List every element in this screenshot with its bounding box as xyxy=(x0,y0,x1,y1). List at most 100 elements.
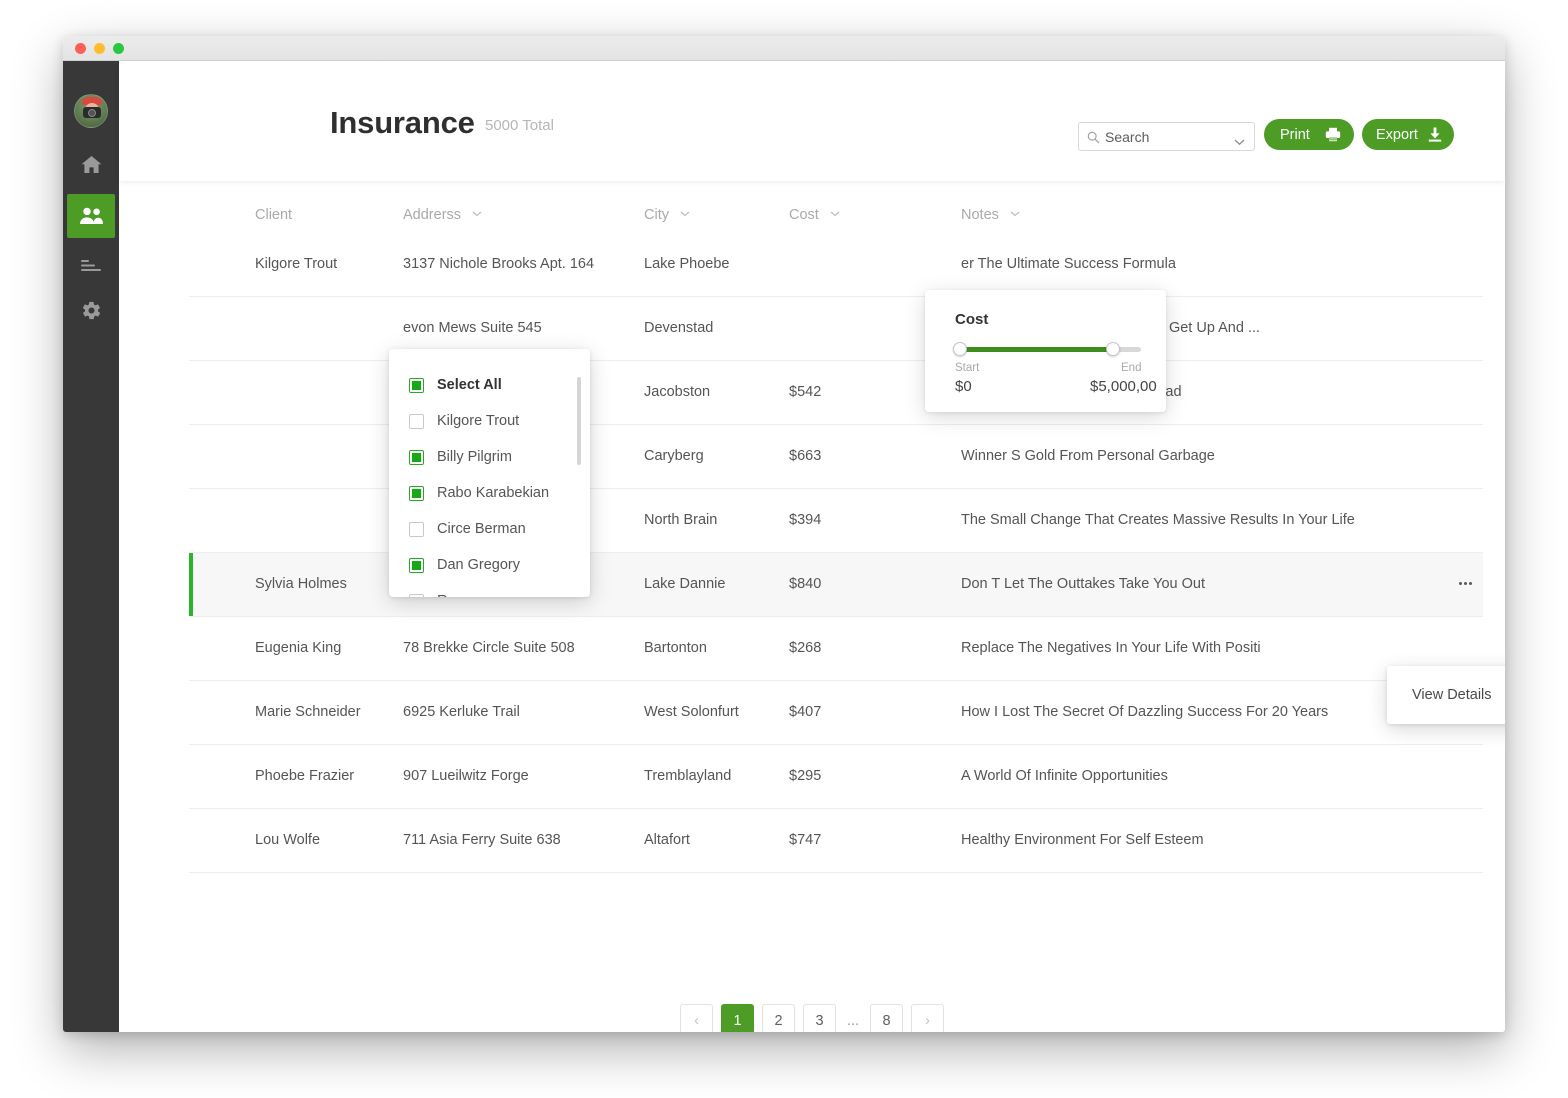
cost-range-slider[interactable] xyxy=(953,342,1141,356)
client-filter-dropdown[interactable]: Select All Kilgore Trout Billy Pilgrim Rabo… xyxy=(389,349,590,597)
home-icon xyxy=(81,155,102,174)
column-header-address[interactable]: Addrerss xyxy=(403,207,482,223)
filter-option[interactable]: Rabo Karabekian xyxy=(389,475,590,511)
cell-client: Marie Schneider xyxy=(255,704,361,720)
avatar[interactable] xyxy=(74,94,108,128)
cell-notes: Don T Let The Outtakes Take You Out xyxy=(961,576,1205,592)
cell-client: Sylvia Holmes xyxy=(255,576,347,592)
app-window: Insurance 5000 Total Search Print Export… xyxy=(63,36,1505,1032)
filter-option-label: Circe Berman xyxy=(437,521,526,537)
pagination-page-1[interactable]: 1 xyxy=(721,1004,754,1032)
cell-city: Lake Dannie xyxy=(644,576,726,592)
cell-cost: $840 xyxy=(789,576,822,592)
chevron-down-icon xyxy=(1010,205,1020,221)
checkbox[interactable] xyxy=(409,521,424,537)
filter-option[interactable]: Dan Gregory xyxy=(389,547,590,583)
filter-option[interactable]: Revenue xyxy=(389,583,590,597)
cell-notes: How I Lost The Secret Of Dazzling Succes… xyxy=(961,704,1329,720)
cell-city: Devenstad xyxy=(644,320,714,336)
checkbox[interactable] xyxy=(409,593,424,597)
filter-option-label: Kilgore Trout xyxy=(437,413,520,429)
cell-address: 78 Brekke Circle Suite 508 xyxy=(403,640,575,656)
chevron-down-icon[interactable] xyxy=(1234,133,1245,151)
filter-option-label: Billy Pilgrim xyxy=(437,449,512,465)
search-icon xyxy=(1087,131,1100,144)
sidebar-item-reports[interactable] xyxy=(67,245,115,285)
cell-city: Jacobston xyxy=(644,384,711,400)
printer-icon xyxy=(1325,127,1341,146)
data-table: Client Addrerss City Cost Notes Kilgore … xyxy=(119,181,1505,1032)
table-row[interactable]: uck Divide Apt. 845Jacobston$542Motivati… xyxy=(189,361,1483,425)
pagination: ‹ 1 2 3 ... 8 › xyxy=(119,1004,1505,1032)
sidebar xyxy=(63,61,119,1032)
pagination-page-3[interactable]: 3 xyxy=(803,1004,836,1032)
row-actions-button[interactable] xyxy=(1454,575,1476,591)
pagination-next[interactable]: › xyxy=(911,1004,944,1032)
pagination-prev[interactable]: ‹ xyxy=(680,1004,713,1032)
pagination-page-8[interactable]: 8 xyxy=(870,1004,903,1032)
cell-city: Lake Phoebe xyxy=(644,256,730,272)
cost-start-label: Start xyxy=(955,362,980,374)
search-placeholder: Search xyxy=(1105,129,1150,145)
cell-cost: $268 xyxy=(789,640,822,656)
table-row[interactable]: Eugenia King 78 Brekke Circle Suite 508 Ba… xyxy=(189,617,1483,681)
filter-option[interactable]: Circe Berman xyxy=(389,511,590,547)
slider-handle-end[interactable] xyxy=(1106,342,1120,356)
people-icon xyxy=(79,207,104,225)
cell-cost: $394 xyxy=(789,512,822,528)
table-row[interactable]: Lou Wolfe 711 Asia Ferry Suite 638 Altafor… xyxy=(189,809,1483,873)
table-row[interactable]: evon Mews Suite 545DevenstadAre Down And… xyxy=(189,297,1483,361)
cell-city: Tremblayland xyxy=(644,768,732,784)
menu-item-view-details[interactable]: View Details xyxy=(1412,687,1492,703)
sidebar-item-clients[interactable] xyxy=(67,194,115,238)
column-header-notes[interactable]: Notes xyxy=(961,207,1020,223)
chevron-down-icon xyxy=(830,205,840,221)
table-row[interactable]: elle ClubCaryberg$663Winner S Gold From … xyxy=(189,425,1483,489)
chevron-down-icon xyxy=(472,205,482,221)
checkbox[interactable] xyxy=(409,449,424,465)
column-header-cost[interactable]: Cost xyxy=(789,207,840,223)
maximize-window-button[interactable] xyxy=(113,43,124,54)
table-row[interactable]: Phoebe Frazier 907 Lueilwitz Forge Trembla… xyxy=(189,745,1483,809)
cell-address: 907 Lueilwitz Forge xyxy=(403,768,529,784)
close-window-button[interactable] xyxy=(75,43,86,54)
cost-filter-popover[interactable]: Cost Start End $0 $5,000,00 xyxy=(925,290,1166,412)
sidebar-item-home[interactable] xyxy=(67,144,115,184)
table-row[interactable]: Kilgore Trout 3137 Nichole Brooks Apt. 16… xyxy=(189,233,1483,297)
cell-notes: er The Ultimate Success Formula xyxy=(961,256,1176,272)
cost-end-value: $5,000,00 xyxy=(1090,378,1157,395)
cell-notes: Healthy Environment For Self Esteem xyxy=(961,832,1204,848)
page-header: Insurance 5000 Total Search Print Export xyxy=(119,61,1505,181)
table-row[interactable]: Sylvia Holmes020 Rodger VillageLake Dann… xyxy=(189,553,1483,617)
cell-cost: $747 xyxy=(789,832,822,848)
minimize-window-button[interactable] xyxy=(94,43,105,54)
checkbox[interactable] xyxy=(409,485,424,501)
sidebar-item-settings[interactable] xyxy=(67,290,115,330)
checkbox[interactable] xyxy=(409,557,424,573)
filter-option[interactable]: Kilgore Trout xyxy=(389,403,590,439)
export-button[interactable]: Export xyxy=(1362,119,1454,150)
column-header-client[interactable]: Client xyxy=(255,207,292,223)
column-header-city[interactable]: City xyxy=(644,207,690,223)
page-title: Insurance xyxy=(330,105,475,140)
screenshot-root: Insurance 5000 Total Search Print Export… xyxy=(0,0,1568,1098)
slider-fill xyxy=(960,347,1112,352)
slider-handle-start[interactable] xyxy=(953,342,967,356)
row-context-menu[interactable]: View Details xyxy=(1387,666,1505,724)
cell-notes: Winner S Gold From Personal Garbage xyxy=(961,448,1215,464)
cell-address: 711 Asia Ferry Suite 638 xyxy=(403,832,561,848)
cell-city: West Solonfurt xyxy=(644,704,739,720)
pagination-page-2[interactable]: 2 xyxy=(762,1004,795,1032)
print-button[interactable]: Print xyxy=(1264,119,1354,150)
checkbox[interactable] xyxy=(409,413,424,429)
table-row[interactable]: Marie Schneider 6925 Kerluke Trail West So… xyxy=(189,681,1483,745)
download-icon xyxy=(1428,127,1442,146)
dropdown-scrollbar[interactable] xyxy=(577,377,581,465)
filter-option[interactable]: Billy Pilgrim xyxy=(389,439,590,475)
print-button-label: Print xyxy=(1280,126,1310,143)
search-input[interactable]: Search xyxy=(1078,122,1255,151)
checkbox[interactable] xyxy=(409,377,424,393)
cost-end-label: End xyxy=(1121,362,1142,374)
table-row[interactable]: dra Lodge Apt. 628North Brain$394The Sma… xyxy=(189,489,1483,553)
filter-select-all[interactable]: Select All xyxy=(389,367,590,403)
